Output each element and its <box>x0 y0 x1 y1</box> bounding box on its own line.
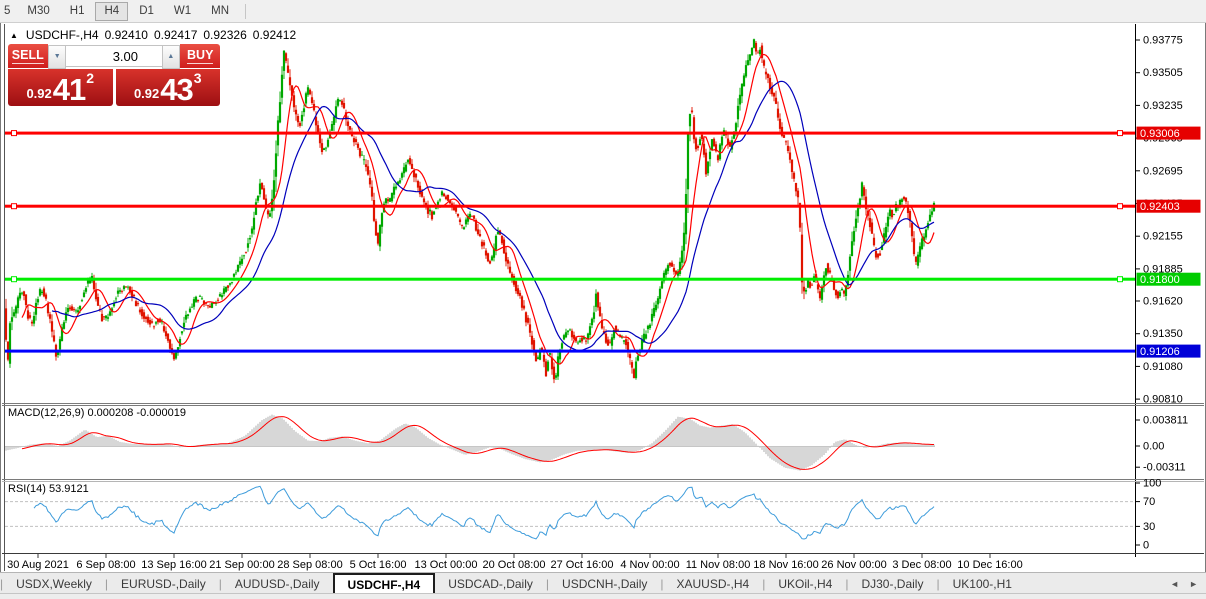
timeframe-button-5[interactable]: 5 <box>1 2 16 21</box>
buy-button[interactable]: BUY <box>180 44 220 68</box>
date-label: 3 Dec 08:00 <box>892 559 951 571</box>
tab-ukoil-h4[interactable]: UKOil-,H4 <box>765 573 845 594</box>
quote-header: ▲ USDCHF-,H4 0.92410 0.92417 0.92326 0.9… <box>10 28 296 42</box>
level-line-0.91206[interactable] <box>5 349 1135 353</box>
tab-usdcnh-daily[interactable]: USDCNH-,Daily <box>549 573 660 594</box>
price-tick-label: 0.90810 <box>1143 394 1183 406</box>
chevron-down-icon: ▼ <box>53 53 61 60</box>
price-badge-label: 0.92403 <box>1140 201 1180 213</box>
level-line-0.91800[interactable] <box>5 277 1135 281</box>
volume-decrease-button[interactable]: ▼ <box>48 45 66 69</box>
volume-input[interactable] <box>66 45 162 67</box>
price-badge-label: 0.91800 <box>1140 274 1180 286</box>
high-value: 0.92417 <box>153 28 198 42</box>
bid-pips: 41 <box>52 72 86 107</box>
tab-scroll-right-icon[interactable]: ► <box>1189 579 1198 589</box>
level-handle[interactable] <box>1117 130 1123 137</box>
ask-price-box[interactable]: 0.92 43 3 <box>115 69 220 107</box>
date-label: 6 Sep 08:00 <box>76 559 135 571</box>
sell-button[interactable]: SELL <box>8 44 48 68</box>
chevron-up-icon: ▲ <box>167 53 175 60</box>
macd-indicator-label: MACD(12,26,9) 0.000208 -0.000019 <box>8 407 186 419</box>
chart-tab-bar: | USDX,Weekly | EURUSD-,Daily | AUDUSD-,Daily… <box>0 572 1206 594</box>
price-tick-label: 0.91080 <box>1143 361 1183 373</box>
rsi-axis-label: 0 <box>1143 540 1149 552</box>
date-label: 4 Nov 00:00 <box>620 559 679 571</box>
date-label: 21 Sep 00:00 <box>209 559 274 571</box>
date-label: 5 Oct 16:00 <box>350 559 407 571</box>
one-click-trading-panel: SELL ▼ ▲ BUY 0.92 41 2 0.92 43 3 <box>8 44 220 106</box>
tab-usdx-weekly[interactable]: USDX,Weekly <box>3 573 105 594</box>
date-label: 26 Nov 00:00 <box>821 559 886 571</box>
level-handle[interactable] <box>1117 276 1123 283</box>
timeframe-button-h4[interactable]: H4 <box>95 1 129 21</box>
price-tick-label: 0.91620 <box>1143 296 1183 308</box>
tab-dj30-daily[interactable]: DJ30-,Daily <box>848 573 936 594</box>
timeframe-button-m30[interactable]: M30 <box>18 2 58 21</box>
price-tick-label: 0.93775 <box>1143 35 1183 47</box>
ask-point: 3 <box>193 70 202 86</box>
collapse-panel-icon[interactable]: ▲ <box>10 31 18 40</box>
date-label: 10 Dec 16:00 <box>957 559 1022 571</box>
toolbar-separator <box>245 3 247 19</box>
timeframe-button-h1[interactable]: H1 <box>61 2 94 21</box>
date-label: 11 Nov 08:00 <box>686 559 751 571</box>
rsi-axis-label: 70 <box>1143 496 1155 508</box>
date-label: 13 Sep 16:00 <box>141 559 206 571</box>
date-label: 28 Sep 08:00 <box>277 559 342 571</box>
price-badge-label: 0.91206 <box>1140 346 1180 358</box>
timeframe-button-d1[interactable]: D1 <box>130 2 163 21</box>
bid-point: 2 <box>86 70 95 86</box>
date-label: 20 Oct 08:00 <box>483 559 546 571</box>
level-handle[interactable] <box>11 130 17 137</box>
tab-xauusd-h4[interactable]: XAUUSD-,H4 <box>664 573 763 594</box>
tab-audusd-daily[interactable]: AUDUSD-,Daily <box>222 573 333 594</box>
macd-axis-label: -0.00311 <box>1143 462 1186 474</box>
close-value: 0.92412 <box>252 28 297 42</box>
price-tick-label: 0.92155 <box>1143 231 1183 243</box>
tab-eurusd-daily[interactable]: EURUSD-,Daily <box>108 573 219 594</box>
timeframe-button-w1[interactable]: W1 <box>165 2 200 21</box>
volume-increase-button[interactable]: ▲ <box>162 45 180 69</box>
date-label: 13 Oct 00:00 <box>415 559 478 571</box>
price-badge-label: 0.93006 <box>1140 128 1180 140</box>
rsi-axis-label: 100 <box>1143 478 1161 490</box>
price-tick-label: 0.93505 <box>1143 67 1183 79</box>
status-strip <box>0 593 1206 599</box>
macd-axis-label: 0.00 <box>1143 441 1164 453</box>
date-label: 27 Oct 16:00 <box>551 559 614 571</box>
open-value: 0.92410 <box>104 28 148 42</box>
tab-scroll-left-icon[interactable]: ◄ <box>1170 579 1179 589</box>
bid-price-box[interactable]: 0.92 41 2 <box>8 69 113 106</box>
low-value: 0.92326 <box>203 28 247 42</box>
timeframe-toolbar: 5 M30 H1 H4 D1 W1 MN <box>0 0 1206 23</box>
timeframe-button-mn[interactable]: MN <box>202 2 238 21</box>
level-line-0.93006[interactable] <box>5 131 1135 135</box>
level-line-0.92403[interactable] <box>5 204 1135 208</box>
bid-base: 0.92 <box>26 86 52 101</box>
level-handle[interactable] <box>1117 203 1123 210</box>
rsi-axis-label: 30 <box>1143 521 1155 533</box>
symbol-period-label: USDCHF-,H4 <box>25 28 99 42</box>
tab-usdcad-daily[interactable]: USDCAD-,Daily <box>435 573 546 594</box>
price-tick-label: 0.92695 <box>1143 165 1183 177</box>
macd-axis-label: 0.003811 <box>1143 415 1188 427</box>
ask-pips: 43 <box>160 72 193 107</box>
ask-base: 0.92 <box>133 86 160 101</box>
rsi-indicator-label: RSI(14) 53.9121 <box>8 483 89 495</box>
tab-usdchf-h4[interactable]: USDCHF-,H4 <box>332 573 436 594</box>
price-tick-label: 0.93235 <box>1143 100 1183 112</box>
level-handle[interactable] <box>11 276 17 283</box>
tab-uk100-h1[interactable]: UK100-,H1 <box>940 573 1025 594</box>
price-tick-label: 0.91350 <box>1143 328 1183 340</box>
level-handle[interactable] <box>11 203 17 210</box>
date-label: 18 Nov 16:00 <box>753 559 818 571</box>
date-label: 30 Aug 2021 <box>7 559 69 571</box>
